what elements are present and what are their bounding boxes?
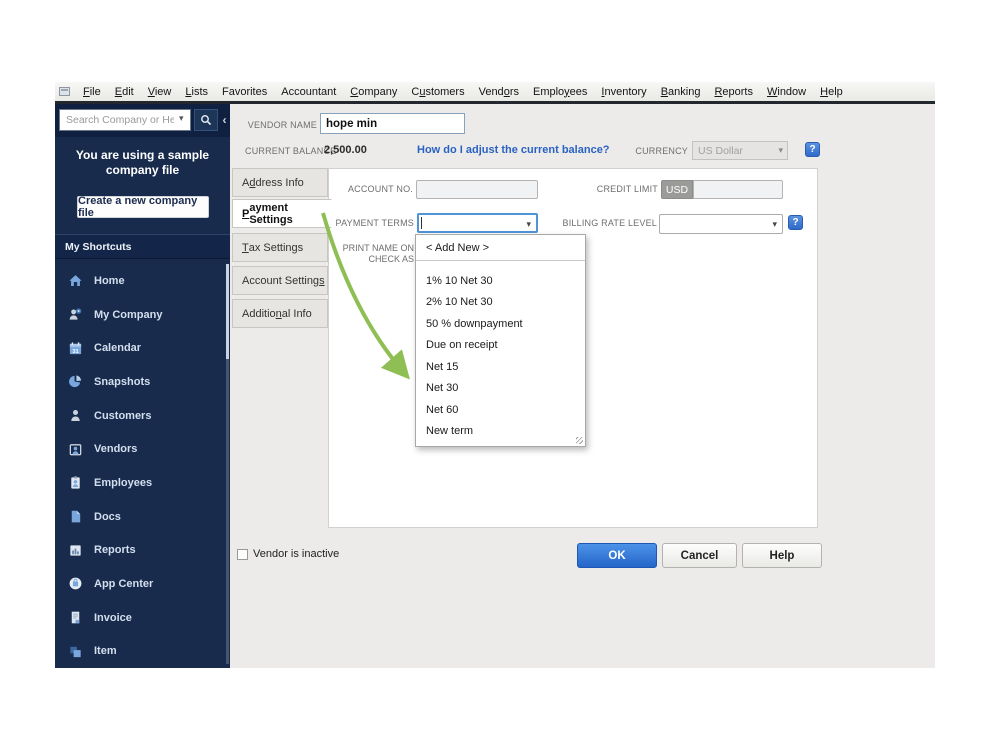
- sidebar-item-app-center[interactable]: App Center: [55, 567, 230, 601]
- vendor-name-label: VENDOR NAME: [247, 120, 317, 130]
- tab-account-settings[interactable]: Account Setting s: [232, 266, 328, 295]
- reports-icon: [70, 545, 81, 556]
- calendar-icon: 31: [69, 342, 82, 354]
- vendors-icon: [69, 443, 82, 455]
- menu-item-window[interactable]: Window: [760, 84, 813, 100]
- dropdown-option-add-new[interactable]: < Add New >: [416, 235, 585, 260]
- docs-icon: [71, 510, 81, 523]
- currency-select: US Dollar ▾: [692, 141, 788, 160]
- my-company-icon: [69, 308, 82, 320]
- menu-item-view[interactable]: View: [141, 84, 179, 100]
- cancel-button[interactable]: Cancel: [662, 543, 737, 568]
- my-shortcuts-header: My Shortcuts: [55, 234, 230, 259]
- sidebar: ▾ ‹ You are using a sample company file …: [55, 104, 230, 668]
- menu-item-banking[interactable]: Banking: [654, 84, 708, 100]
- sidebar-item-calendar[interactable]: 31 Calendar: [55, 331, 230, 365]
- dropdown-options: 1% 10 Net 30 2% 10 Net 30 50 % downpayment…: [416, 261, 585, 446]
- sidebar-scrollbar-thumb[interactable]: [226, 264, 229, 359]
- menu-item-company[interactable]: Company: [343, 84, 404, 100]
- vendor-edit-panel: VENDOR NAME CURRENT BALANCE 2,500.00 How…: [230, 104, 935, 668]
- credit-limit-currency-badge: USD: [661, 180, 693, 199]
- app-window: File Edit View Lists Favorites Accountant Comp…: [55, 82, 935, 668]
- menu-item-lists[interactable]: Lists: [178, 84, 215, 100]
- account-no-input[interactable]: [416, 180, 538, 199]
- menu-item-vendors[interactable]: Vendors: [472, 84, 526, 100]
- menu-item-employees[interactable]: Employees: [526, 84, 594, 100]
- sidebar-item-reports[interactable]: Reports: [55, 533, 230, 567]
- vendor-inactive-label: Vendor is inactive: [253, 548, 340, 560]
- menu-item-edit[interactable]: Edit: [108, 84, 141, 100]
- billing-rate-help-button[interactable]: ?: [788, 215, 803, 230]
- app-window-icon[interactable]: [59, 87, 70, 96]
- chevron-down-icon: ▾: [778, 145, 783, 155]
- dropdown-option-1-10-net-30[interactable]: 1% 10 Net 30: [416, 270, 585, 292]
- adjust-balance-link[interactable]: How do I adjust the current balance?: [417, 144, 610, 156]
- menu-item-reports[interactable]: Reports: [707, 84, 760, 100]
- sidebar-collapse-button[interactable]: ‹: [219, 109, 230, 131]
- sidebar-item-docs[interactable]: Docs: [55, 500, 230, 534]
- snapshots-icon: [69, 375, 82, 388]
- sidebar-item-invoice[interactable]: Invoice: [55, 601, 230, 635]
- account-no-label: ACCOUNT NO.: [347, 184, 413, 194]
- tab-payment-settings[interactable]: Payment Settings: [232, 199, 332, 228]
- menu-item-inventory[interactable]: Inventory: [594, 84, 653, 100]
- tab-additional-info[interactable]: Additio n al Info: [232, 299, 328, 328]
- sidebar-item-snapshots[interactable]: Snapshots: [55, 365, 230, 399]
- chevron-down-icon: ▾: [772, 219, 777, 229]
- search-button[interactable]: [194, 109, 218, 131]
- sample-file-notice: You are using a sample company file: [75, 148, 210, 177]
- create-company-file-button[interactable]: Create a new company file: [77, 195, 209, 219]
- text-caret: [421, 217, 422, 229]
- current-balance-value: 2,500.00: [324, 144, 367, 156]
- vendor-inactive-checkbox[interactable]: [237, 549, 248, 560]
- dropdown-option-due-on-receipt[interactable]: Due on receipt: [416, 335, 585, 357]
- dropdown-option-net-30[interactable]: Net 30: [416, 378, 585, 400]
- tab-tax-settings[interactable]: Tax Settings: [232, 233, 328, 262]
- svg-text:31: 31: [72, 348, 78, 354]
- payment-terms-dropdown-list: < Add New > 1% 10 Net 30 2% 10 Net 30 50 %…: [415, 234, 586, 447]
- menu-bar: File Edit View Lists Favorites Accountant Comp…: [55, 82, 935, 101]
- sidebar-item-my-company[interactable]: My Company: [55, 298, 230, 332]
- sidebar-item-vendors[interactable]: Vendors: [55, 432, 230, 466]
- currency-help-button[interactable]: ?: [805, 142, 820, 157]
- credit-limit-label: CREDIT LIMIT: [596, 184, 658, 194]
- vendor-name-input[interactable]: [320, 113, 465, 134]
- dropdown-option-50-downpayment[interactable]: 50 % downpayment: [416, 313, 585, 335]
- dropdown-resize-handle[interactable]: [576, 437, 583, 444]
- invoice-icon: [71, 611, 80, 624]
- help-button[interactable]: Help: [742, 543, 822, 568]
- currency-label: CURRENCY: [635, 146, 688, 156]
- billing-rate-label: BILLING RATE LEVEL: [562, 218, 657, 228]
- ok-button[interactable]: OK: [577, 543, 657, 568]
- print-name-label: PRINT NAME ON CHECK AS: [342, 243, 414, 264]
- sidebar-nav: Home My Company 31 Calendar Snapshots Custome…: [55, 264, 230, 668]
- sidebar-item-employees[interactable]: Employees: [55, 466, 230, 500]
- credit-limit-input[interactable]: [693, 180, 783, 199]
- billing-rate-select[interactable]: ▾: [659, 214, 783, 234]
- dropdown-option-2-10-net-30[interactable]: 2% 10 Net 30: [416, 292, 585, 314]
- sidebar-item-customers[interactable]: Customers: [55, 399, 230, 433]
- dropdown-option-net-15[interactable]: Net 15: [416, 356, 585, 378]
- menu-item-accountant[interactable]: Accountant: [274, 84, 343, 100]
- menu-item-customers[interactable]: Customers: [404, 84, 471, 100]
- payment-terms-label: PAYMENT TERMS: [335, 218, 414, 228]
- search-icon: [201, 115, 212, 126]
- sidebar-search-band: ▾ ‹: [55, 104, 230, 137]
- home-icon: [69, 275, 82, 287]
- sidebar-item-item[interactable]: Item: [55, 634, 230, 668]
- dropdown-option-net-60[interactable]: Net 60: [416, 399, 585, 421]
- menu-item-file[interactable]: File: [76, 84, 108, 100]
- menu-item-help[interactable]: Help: [813, 84, 850, 100]
- app-center-icon: [69, 577, 82, 590]
- tab-address-info[interactable]: Ad dress Info: [232, 168, 328, 197]
- customers-icon: [71, 409, 80, 421]
- employees-icon: [71, 476, 80, 489]
- sidebar-item-home[interactable]: Home: [55, 264, 230, 298]
- page: File Edit View Lists Favorites Accountant Comp…: [0, 0, 999, 749]
- current-balance-label: CURRENT BALANCE: [245, 146, 337, 156]
- menu-item-favorites[interactable]: Favorites: [215, 84, 274, 100]
- search-input[interactable]: [59, 109, 191, 131]
- dropdown-option-new-term[interactable]: New term: [416, 421, 585, 443]
- item-icon: [70, 646, 81, 657]
